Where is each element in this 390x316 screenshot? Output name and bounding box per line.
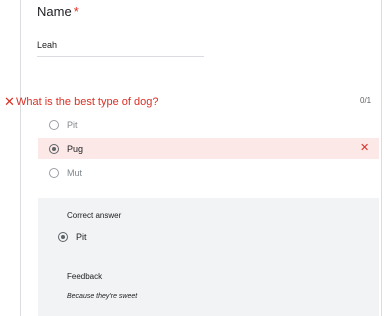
radio-checked-icon [58,232,68,242]
close-icon: ✕ [4,94,15,109]
incorrect-x-icon: ✕ [360,142,370,154]
correct-answer-heading: Correct answer [67,211,122,220]
feedback-heading: Feedback [67,272,103,281]
radio-unchecked-icon [49,120,59,130]
option-label: Mut [67,168,83,178]
dog-question-title: What is the best type of dog? [16,96,159,108]
name-question-label: Name * [37,4,79,19]
feedback-text: Because they're sweet [67,293,138,300]
correct-option-label: Pit [76,232,87,242]
question-score: 0/1 [360,96,372,105]
option-label: Pug [67,144,84,154]
dog-question-header: ✕ What is the best type of dog? 0/1 [0,94,380,112]
option-label: Pit [67,120,78,130]
required-asterisk: * [73,4,79,19]
radio-checked-icon [49,144,59,154]
selected-incorrect-row [38,138,379,159]
name-answer-field: Leah [37,40,204,57]
radio-unchecked-icon [49,168,59,178]
